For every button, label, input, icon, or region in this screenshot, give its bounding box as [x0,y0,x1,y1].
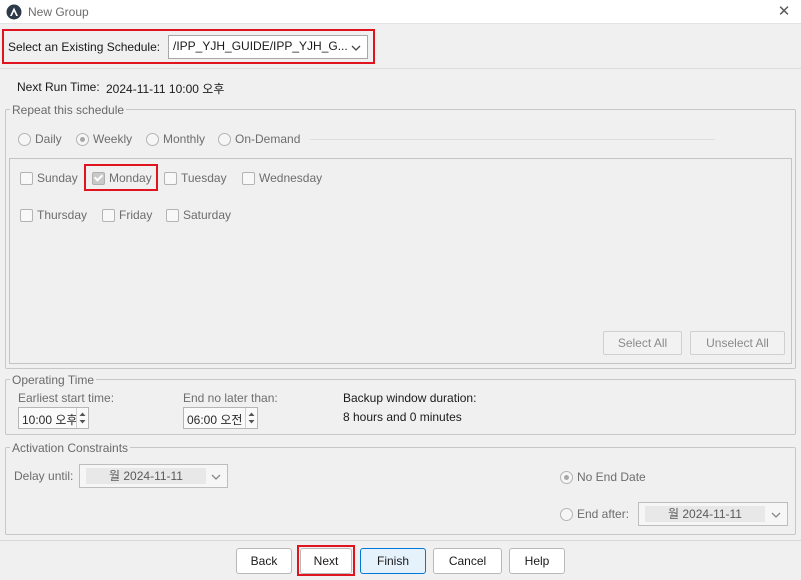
radio-end-after[interactable] [560,508,573,521]
duration-label: Backup window duration: [343,391,477,405]
app-logo-icon [6,4,22,20]
radio-on-demand[interactable] [218,133,231,146]
checkbox-monday[interactable] [92,172,105,185]
radio-daily[interactable] [18,133,31,146]
radio-selected-dot [80,137,85,142]
operating-time-legend: Operating Time [10,373,97,387]
next-run-label: Next Run Time: [17,80,100,94]
window-title: New Group [28,5,89,19]
spin-arrows-icon [248,412,255,424]
start-time-value: 10:00 오후 [22,413,76,427]
next-button[interactable]: Next [300,548,352,574]
title-bar: New Group ✕ [0,0,801,24]
checkbox-saturday[interactable] [166,209,179,222]
activation-legend: Activation Constraints [10,441,131,455]
next-run-value: 2024-11-11 10:00 오후 [106,82,225,96]
checkbox-wednesday-label: Wednesday [259,171,323,185]
end-time-spinner[interactable]: 06:00 오전 [183,407,258,429]
schedule-select-value: /IPP_YJH_GUIDE/IPP_YJH_G... [173,39,348,53]
radio-on-demand-label: On-Demand [235,132,301,146]
checkbox-monday-label: Monday [109,171,152,185]
end-time-label: End no later than: [183,391,278,405]
finish-button[interactable]: Finish [360,548,426,574]
start-time-arrows[interactable] [76,408,88,428]
checkbox-friday[interactable] [102,209,115,222]
radio-daily-label: Daily [35,132,62,146]
chevron-down-icon [211,474,221,480]
radio-no-end-date[interactable] [560,471,573,484]
end-time-value: 06:00 오전 [187,413,243,427]
duration-value: 8 hours and 0 minutes [343,410,462,424]
operating-time-group [5,379,796,435]
header-divider [0,68,801,69]
radio-monthly[interactable] [146,133,159,146]
chevron-down-icon [771,512,781,518]
no-end-date-label: No End Date [577,470,646,484]
end-after-value: 월 2024-11-11 [645,506,765,522]
checkbox-friday-label: Friday [119,208,153,222]
end-after-select[interactable]: 월 2024-11-11 [638,502,788,526]
select-all-button[interactable]: Select All [603,331,682,355]
cancel-button[interactable]: Cancel [433,548,502,574]
checkbox-saturday-label: Saturday [183,208,232,222]
footer-divider [0,540,801,541]
radio-weekly[interactable] [76,133,89,146]
back-button[interactable]: Back [236,548,292,574]
repeat-options-divider [310,139,715,140]
schedule-select[interactable]: /IPP_YJH_GUIDE/IPP_YJH_G... [168,35,368,59]
end-time-arrows[interactable] [245,408,257,428]
schedule-label: Select an Existing Schedule: [8,40,161,54]
delay-until-select[interactable]: 월 2024-11-11 [79,464,228,488]
radio-selected-dot [564,475,569,480]
checkbox-thursday[interactable] [20,209,33,222]
checkbox-sunday-label: Sunday [37,171,78,185]
radio-monthly-label: Monthly [163,132,206,146]
chevron-down-icon [351,45,361,51]
start-time-label: Earliest start time: [18,391,115,405]
checkbox-tuesday-label: Tuesday [181,171,227,185]
checkbox-thursday-label: Thursday [37,208,88,222]
delay-until-label: Delay until: [14,469,74,483]
start-time-spinner[interactable]: 10:00 오후 [18,407,89,429]
close-button[interactable]: ✕ [767,0,801,24]
unselect-all-button[interactable]: Unselect All [690,331,785,355]
delay-until-value: 월 2024-11-11 [86,468,206,484]
help-button[interactable]: Help [509,548,565,574]
checkmark-icon [93,172,104,182]
checkbox-wednesday[interactable] [242,172,255,185]
end-after-label: End after: [577,507,630,521]
spin-arrows-icon [79,412,86,424]
repeat-legend: Repeat this schedule [10,103,127,117]
checkbox-tuesday[interactable] [164,172,177,185]
checkbox-sunday[interactable] [20,172,33,185]
radio-weekly-label: Weekly [93,132,133,146]
